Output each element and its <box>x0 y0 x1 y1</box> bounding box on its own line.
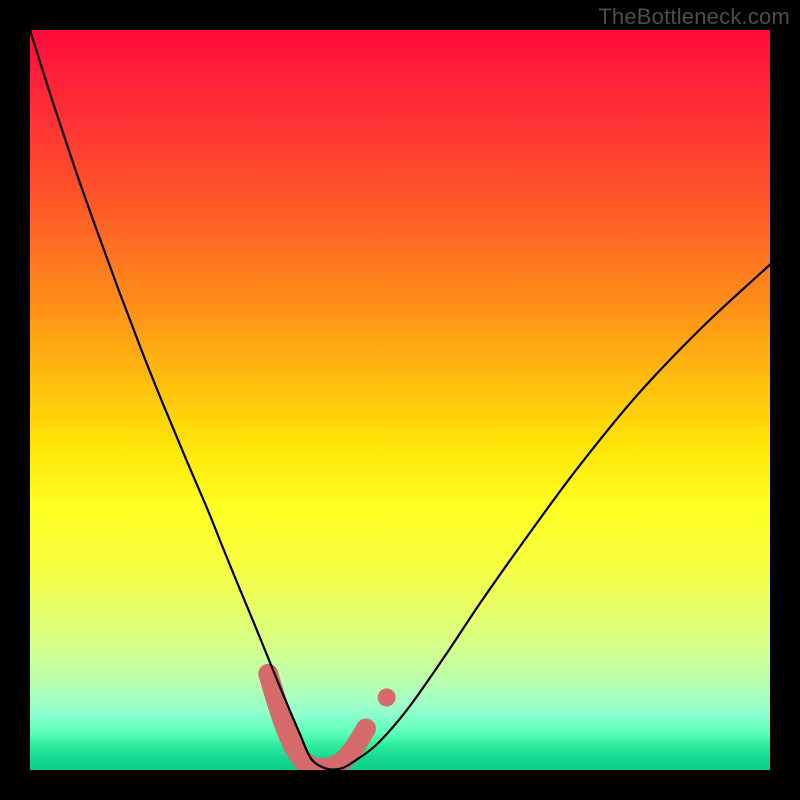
highlight-extra-dot <box>378 688 396 706</box>
highlight-stroke <box>268 674 366 768</box>
bottleneck-curve <box>30 30 770 770</box>
curve-layer <box>30 30 770 770</box>
plot-area <box>30 30 770 770</box>
watermark-text: TheBottleneck.com <box>598 4 790 30</box>
highlight-band <box>268 674 395 768</box>
chart-frame: TheBottleneck.com <box>0 0 800 800</box>
